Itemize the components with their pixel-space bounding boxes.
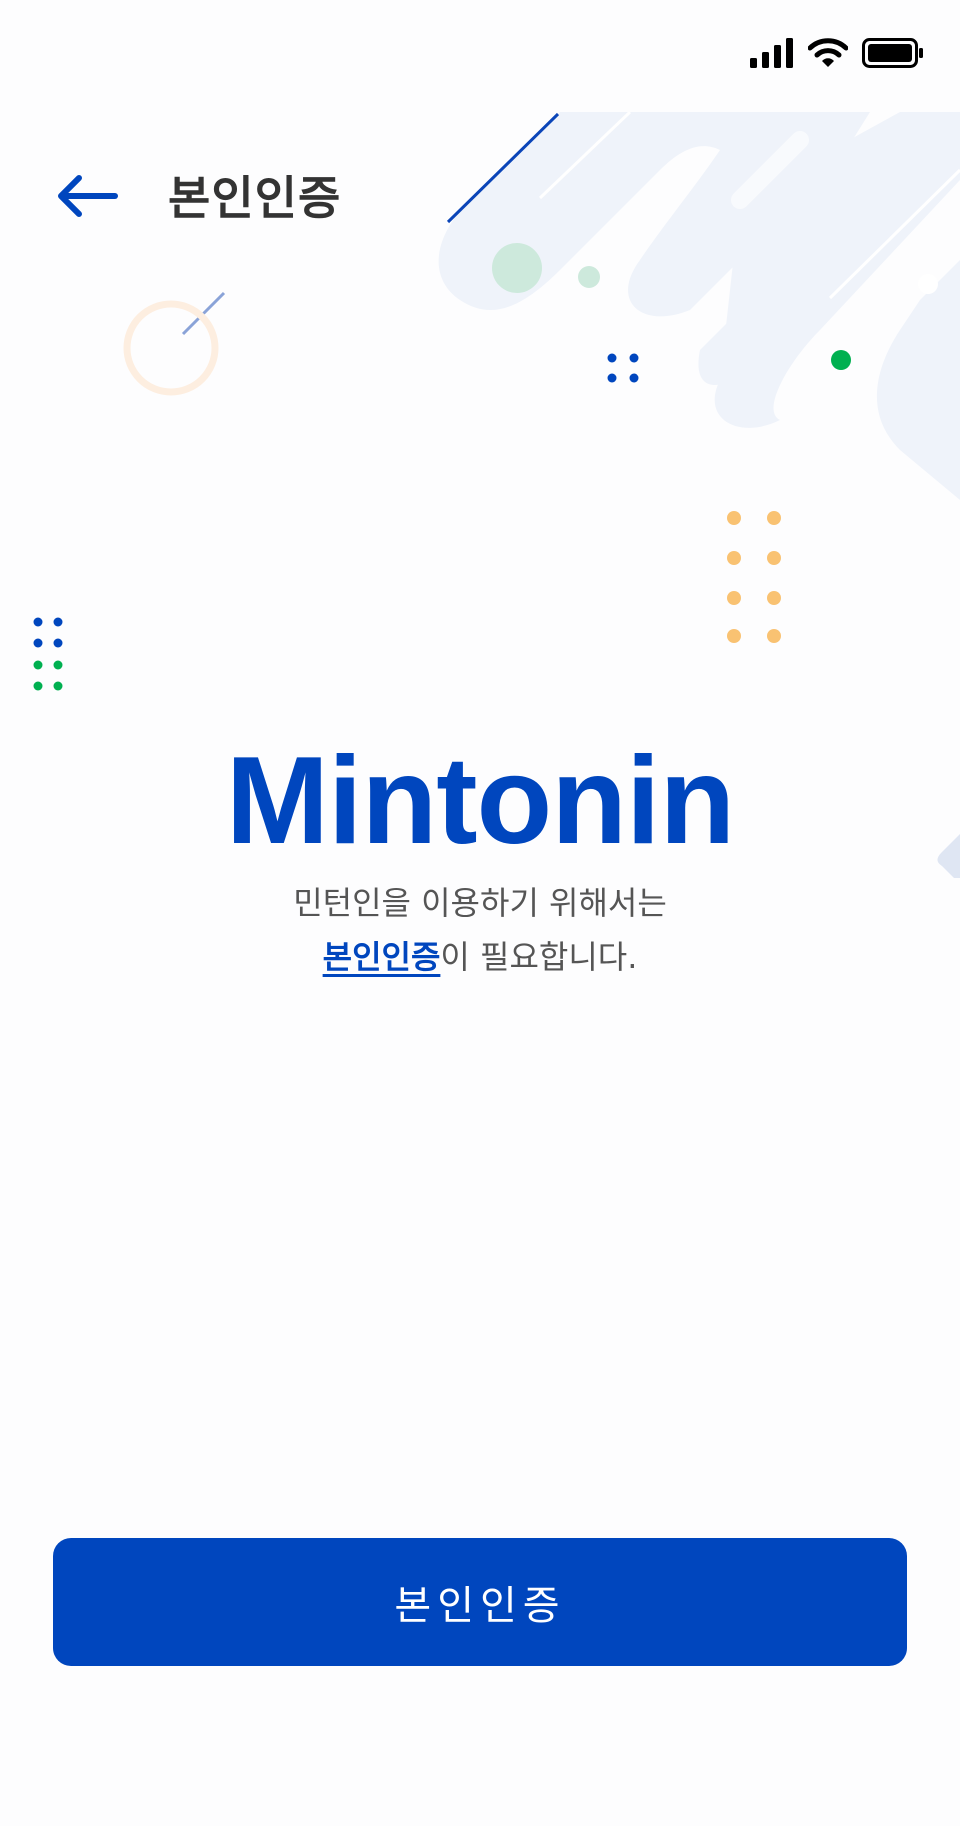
status-icons [750, 38, 924, 68]
battery-icon [862, 38, 923, 68]
wifi-icon [808, 38, 848, 67]
background-decoration [33, 112, 960, 691]
description-line-2: 본인인증이 필요합니다. [0, 930, 960, 984]
signal-icon [750, 38, 793, 68]
arrow-left-icon [58, 175, 118, 217]
description-line-2-rest: 이 필요합니다. [440, 938, 638, 976]
verify-identity-button[interactable]: 본인인증 [53, 1538, 907, 1666]
brand-logo-text: Mintonin [225, 732, 735, 870]
description-highlight: 본인인증 [322, 938, 441, 976]
description-line-1: 민턴인을 이용하기 위해서는 [293, 884, 667, 922]
page-title: 본인인증 [168, 171, 342, 225]
description: 민턴인을 이용하기 위해서는 본인인증이 필요합니다. [0, 876, 960, 984]
status-bar [0, 0, 960, 112]
back-button[interactable] [52, 160, 124, 232]
